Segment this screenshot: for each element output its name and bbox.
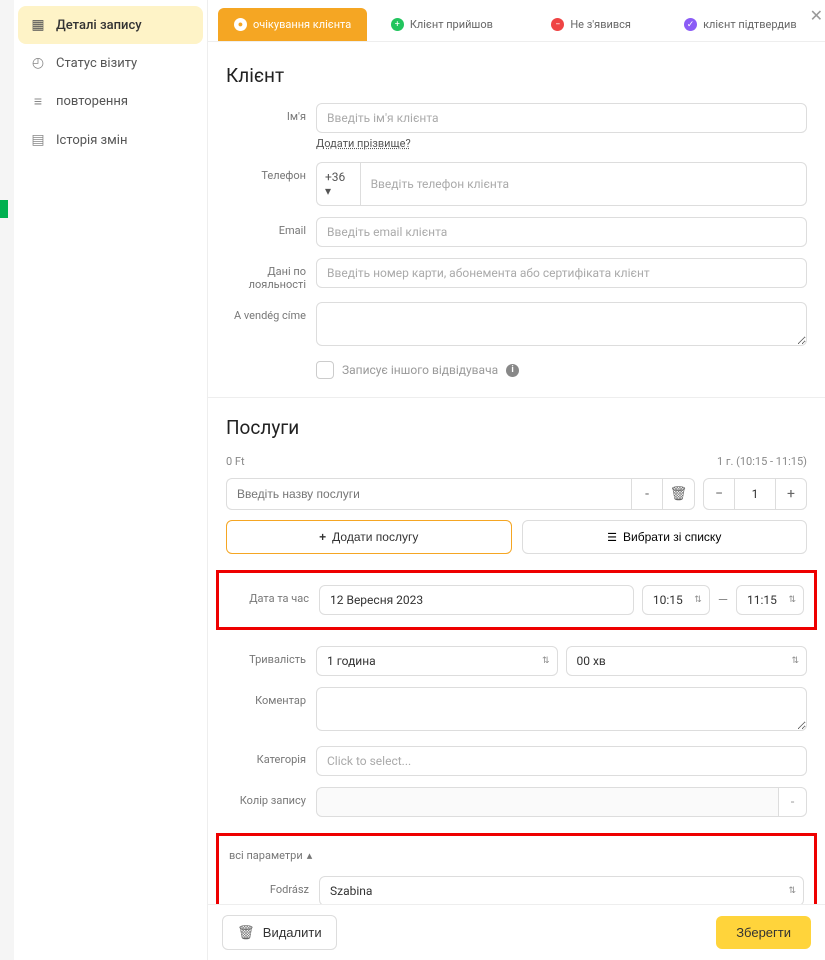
chevron-up-icon: ▴ [307, 849, 313, 862]
qty-minus-button[interactable]: − [703, 478, 735, 510]
service-dash-button[interactable]: - [631, 478, 663, 510]
price-text: 0 Ft [226, 455, 245, 468]
document-icon: ▤ [30, 132, 46, 148]
sidebar-item-label: Деталі запису [56, 18, 142, 33]
staff-select[interactable]: Szabina [319, 876, 804, 904]
color-label: Колір запису [226, 787, 316, 807]
minus-circle-icon: − [551, 18, 564, 31]
sidebar-item-history[interactable]: ▤ Історія змін [18, 121, 203, 159]
plus-icon: + [319, 530, 326, 544]
comment-input[interactable] [316, 687, 807, 731]
name-label: Ім'я [226, 103, 316, 123]
main-panel: ● очікування клієнта + Клієнт прийшов − … [208, 0, 825, 960]
sidebar-item-status[interactable]: ◴ Статус візиту [18, 44, 203, 82]
staff-label: Fodrász [229, 876, 319, 896]
name-input[interactable] [316, 103, 807, 133]
service-name-input[interactable] [226, 478, 631, 510]
status-tabs: ● очікування клієнта + Клієнт прийшов − … [208, 0, 825, 42]
datetime-highlight: Дата та час — [216, 570, 817, 630]
info-icon[interactable]: i [506, 364, 519, 377]
trash-icon: 🗑 [670, 486, 688, 502]
close-icon[interactable]: ✕ [810, 6, 823, 25]
add-surname-link[interactable]: Додати прізвище? [316, 137, 411, 150]
appointment-modal: ✕ ▦ Деталі запису ◴ Статус візиту ≡ повт… [14, 0, 825, 960]
calendar-event-edge [0, 200, 8, 218]
select-from-list-button[interactable]: ☰ Вибрати зі списку [522, 520, 808, 554]
phone-label: Телефон [226, 162, 316, 182]
time-dash: — [718, 593, 728, 608]
sidebar-item-repeat[interactable]: ≡ повторення [18, 82, 203, 121]
repeat-icon: ≡ [30, 93, 46, 110]
all-params-toggle[interactable]: всі параметри ▴ [229, 849, 312, 862]
address-label: A vendég címe [226, 302, 316, 322]
add-service-button[interactable]: + Додати послугу [226, 520, 512, 554]
services-section-title: Послуги [226, 416, 807, 439]
category-label: Категорія [226, 746, 316, 766]
duration-minutes-select[interactable]: 00 хв [566, 646, 808, 676]
form-scroll[interactable]: Клієнт Ім'я Додати прізвище? Телефон +36… [208, 42, 825, 904]
tab-confirmed[interactable]: ✓ клієнт підтвердив [666, 8, 815, 41]
category-select[interactable] [316, 746, 807, 776]
guest-checkbox-label: Записує іншого відвідувача [342, 363, 498, 377]
modal-footer: 🗑 Видалити Зберегти [208, 904, 825, 960]
sidebar-item-label: Історія змін [56, 133, 127, 148]
tab-label: очікування клієнта [253, 18, 351, 31]
tab-waiting[interactable]: ● очікування клієнта [218, 8, 367, 41]
service-delete-button[interactable]: 🗑 [663, 478, 695, 510]
sidebar: ▦ Деталі запису ◴ Статус візиту ≡ повтор… [14, 0, 208, 960]
calendar-icon: ▦ [30, 17, 46, 33]
email-input[interactable] [316, 217, 807, 247]
color-clear-button[interactable]: - [779, 787, 807, 817]
delete-label: Видалити [263, 925, 322, 940]
date-input[interactable] [319, 585, 634, 615]
duration-text: 1 г. (10:15 - 11:15) [717, 455, 807, 468]
time-to-input[interactable] [736, 585, 804, 615]
datetime-label: Дата та час [229, 585, 319, 605]
guest-checkbox[interactable] [316, 361, 334, 379]
sidebar-item-label: Статус візиту [56, 56, 137, 71]
loyalty-input[interactable] [316, 258, 807, 288]
save-button[interactable]: Зберегти [716, 916, 811, 949]
params-toggle-label: всі параметри [229, 849, 303, 862]
delete-button[interactable]: 🗑 Видалити [222, 915, 337, 950]
check-circle-icon: ✓ [684, 18, 697, 31]
client-section-title: Клієнт [226, 64, 807, 87]
phone-input[interactable] [360, 162, 807, 206]
add-service-label: Додати послугу [332, 530, 418, 544]
qty-plus-button[interactable]: + [775, 478, 807, 510]
plus-circle-icon: + [391, 18, 404, 31]
color-swatch[interactable] [316, 787, 779, 817]
tab-noshow[interactable]: − Не з'явився [517, 8, 666, 41]
email-label: Email [226, 217, 316, 237]
time-from-input[interactable] [642, 585, 710, 615]
clock-icon: ◴ [30, 55, 46, 71]
divider [208, 397, 825, 398]
phone-prefix-select[interactable]: +36 ▾ [316, 162, 360, 206]
tab-label: Не з'явився [570, 18, 631, 31]
select-list-label: Вибрати зі списку [623, 530, 721, 544]
address-input[interactable] [316, 302, 807, 346]
sidebar-item-label: повторення [56, 94, 128, 109]
loyalty-label: Дані по лояльності [226, 258, 316, 291]
params-highlight: всі параметри ▴ Fodrász Szabina Ресурси … [216, 833, 817, 904]
comment-label: Коментар [226, 687, 316, 707]
tab-label: Клієнт прийшов [410, 18, 493, 31]
trash-icon: 🗑 [237, 924, 255, 941]
list-icon: ☰ [607, 531, 617, 544]
qty-value: 1 [735, 478, 775, 510]
duration-label: Тривалість [226, 646, 316, 666]
status-dot-icon: ● [234, 18, 247, 31]
sidebar-item-details[interactable]: ▦ Деталі запису [18, 6, 203, 44]
duration-hours-select[interactable]: 1 година [316, 646, 558, 676]
tab-label: клієнт підтвердив [703, 18, 797, 31]
tab-arrived[interactable]: + Клієнт прийшов [367, 8, 516, 41]
